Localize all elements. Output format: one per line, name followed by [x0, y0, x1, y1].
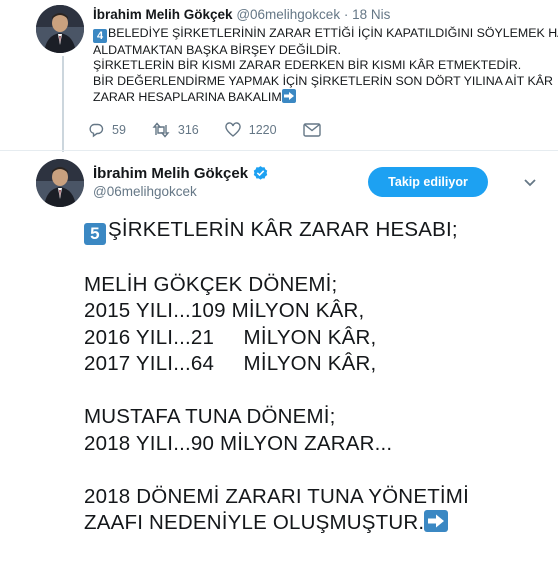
right-arrow-emoji-icon — [424, 510, 449, 532]
author-name[interactable]: İbrahim Melih Gökçek — [93, 7, 233, 22]
tweet-text: 4 BELEDİYE ŞİRKETLERİNİN ZARAR ETTİĞİ İÇİ… — [93, 26, 558, 106]
retweet-icon — [152, 122, 170, 138]
like-button[interactable]: 1220 — [225, 122, 277, 138]
author-handle[interactable]: @06melihgokcek — [93, 184, 197, 199]
tweet-title: 5 ŞİRKETLERİN KÂR ZARAR HESABI; — [84, 217, 554, 245]
avatar[interactable] — [36, 5, 84, 53]
divider — [0, 150, 558, 151]
conclusion-line: ZAAFI NEDENİYLE OLUŞMUŞTUR. — [84, 510, 554, 537]
like-count: 1220 — [248, 123, 277, 137]
author-handle[interactable]: @06melihgokcek — [236, 7, 340, 22]
previous-tweet: İbrahim Melih Gökçek @06melihgokcek · 18… — [0, 0, 558, 152]
reply-count: 59 — [112, 123, 126, 137]
tweet-line: ZARAR HESAPLARINA BAKALIM — [93, 89, 553, 105]
dm-button[interactable] — [302, 123, 329, 137]
period-header: MELİH GÖKÇEK DÖNEMİ; — [84, 272, 338, 296]
chevron-down-icon — [524, 179, 536, 187]
verified-badge-icon — [253, 166, 268, 180]
tweet-menu-caret[interactable] — [520, 172, 540, 192]
retweet-count: 316 — [177, 123, 199, 137]
keycap-5-icon: 5 — [84, 223, 106, 245]
envelope-icon — [302, 123, 321, 137]
tweet-header: İbrahim Melih Gökçek @06melihgokcek · 18… — [93, 7, 390, 22]
year-line: 2018 YILI...90 MİLYON ZARAR... — [84, 431, 393, 455]
tweet-line: ŞİRKETLERİN BİR KISMI ZARAR EDERKEN BİR … — [93, 58, 522, 73]
following-button[interactable]: Takip ediliyor — [368, 167, 488, 197]
author-name[interactable]: İbrahim Melih Gökçek — [93, 165, 248, 182]
year-line: 2016 YILI...21 MİLYON KÂR, — [84, 325, 377, 349]
separator: · — [343, 7, 349, 22]
reply-icon — [89, 123, 104, 138]
tweet-actions: 59 316 1220 — [88, 122, 355, 138]
keycap-4-icon: 4 — [93, 29, 107, 43]
tweet-timestamp[interactable]: 18 Nis — [352, 7, 390, 22]
heart-icon — [225, 122, 241, 137]
year-line: 2015 YILI...109 MİLYON KÂR, — [84, 299, 365, 322]
author-name-row: İbrahim Melih Gökçek — [93, 165, 269, 182]
reply-button[interactable]: 59 — [88, 122, 126, 138]
retweet-button[interactable]: 316 — [152, 122, 199, 138]
right-arrow-emoji-icon — [281, 89, 296, 104]
tweet-line: BİR DEĞERLENDİRME YAPMAK İÇİN ŞİRKETLERİ… — [93, 73, 553, 88]
tweet-line: ALDATMAKTAN BAŞKA BİRŞEY DEĞİLDİR. — [93, 43, 341, 57]
avatar[interactable] — [36, 159, 84, 207]
thread-connector-line — [62, 56, 64, 152]
period-header: MUSTAFA TUNA DÖNEMİ; — [84, 405, 336, 428]
tweet-text: 5 ŞİRKETLERİN KÂR ZARAR HESABI; MELİH GÖK… — [84, 217, 554, 537]
conclusion-line: 2018 DÖNEMİ ZARARI TUNA YÖNETİMİ — [84, 484, 469, 508]
year-line: 2017 YILI...64 MİLYON KÂR, — [84, 352, 377, 375]
tweet-line: 4 BELEDİYE ŞİRKETLERİNİN ZARAR ETTİĞİ İÇİ… — [93, 26, 558, 43]
